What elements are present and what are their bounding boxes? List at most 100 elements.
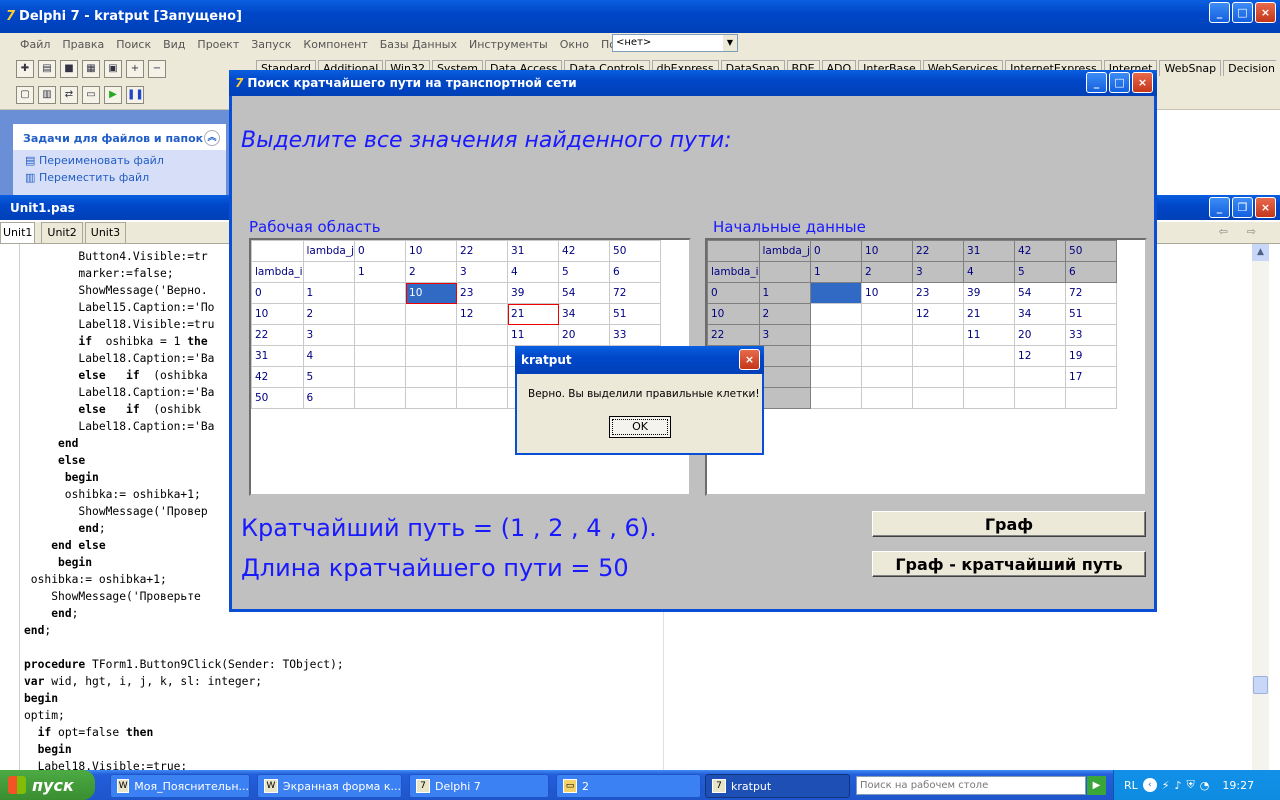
grid-cell[interactable]: 1	[354, 261, 407, 283]
ide-combo[interactable]: <нет> ▼	[612, 34, 738, 52]
grid-cell[interactable]	[354, 324, 407, 346]
graph-button[interactable]: Граф	[872, 511, 1146, 537]
menu-item-0[interactable]: Файл	[20, 38, 50, 51]
palette-tab-14[interactable]: WebSnap	[1159, 60, 1222, 76]
grid-cell[interactable]	[354, 303, 407, 325]
grid-cell[interactable]: 54	[558, 282, 611, 304]
tray-expand-icon[interactable]: ‹	[1142, 778, 1157, 792]
search-go-icon[interactable]: ▶	[1087, 776, 1106, 795]
language-indicator[interactable]: RL	[1124, 779, 1138, 792]
grid-cell[interactable]: 4	[302, 345, 356, 367]
scroll-up-icon[interactable]: ▲	[1252, 244, 1269, 261]
grid-cell[interactable]: 42	[558, 240, 611, 262]
editor-restore-icon[interactable]: ❐	[1232, 197, 1253, 218]
grid-cell[interactable]: 50	[609, 240, 662, 262]
editor-close-icon[interactable]: ×	[1255, 197, 1276, 218]
grid-cell[interactable]: 33	[609, 324, 662, 346]
new-icon[interactable]: ✚	[16, 60, 34, 78]
grid-cell[interactable]: 2	[405, 261, 458, 283]
grid-cell[interactable]: 0	[354, 240, 407, 262]
new-form-icon[interactable]: ▭	[82, 86, 100, 104]
close-icon[interactable]: ×	[1255, 2, 1276, 23]
editor-minimize-icon[interactable]: _	[1209, 197, 1230, 218]
grid-cell[interactable]: 20	[558, 324, 611, 346]
grid-cell[interactable]: 10	[405, 240, 458, 262]
grid-cell[interactable]: 10	[251, 303, 304, 325]
chevron-down-icon[interactable]: ▼	[723, 35, 737, 51]
taskbar-item-folder[interactable]: ▭ 2	[556, 774, 701, 798]
grid-cell[interactable]: 0	[251, 282, 304, 304]
save-icon[interactable]: ■	[60, 60, 78, 78]
desktop-search-input[interactable]: Поиск на рабочем столе	[856, 776, 1086, 795]
start-button[interactable]: пуск	[0, 770, 95, 800]
grid-cell[interactable]: 3	[456, 261, 509, 283]
grid-cell[interactable]: 23	[456, 282, 509, 304]
nav-forward-icon[interactable]: ⇨	[1247, 225, 1256, 238]
grid-cell[interactable]: lambda_i	[251, 261, 304, 283]
grid-cell[interactable]	[405, 387, 458, 409]
grid-cell[interactable]: 21	[507, 303, 560, 325]
grid-cell[interactable]: 42	[251, 366, 304, 388]
grid-cell[interactable]: 11	[507, 324, 560, 346]
grid-cell[interactable]	[302, 261, 356, 283]
grid-cell[interactable]: 2	[302, 303, 356, 325]
menu-item-6[interactable]: Компонент	[303, 38, 367, 51]
grid-cell[interactable]: lambda_j	[302, 240, 356, 262]
code-block-lower[interactable]: procedure TForm1.Button9Click(Sender: TO…	[24, 656, 644, 772]
grid-cell[interactable]	[405, 366, 458, 388]
grid-cell[interactable]: 50	[251, 387, 304, 409]
toggle-icon[interactable]: ⇄	[60, 86, 78, 104]
grid-cell[interactable]: 3	[302, 324, 356, 346]
grid-cell[interactable]: 10	[405, 282, 458, 304]
grid-cell[interactable]: 5	[302, 366, 356, 388]
grid-cell[interactable]: 22	[251, 324, 304, 346]
tray-other-icon[interactable]: ◔	[1200, 779, 1210, 792]
grid-cell[interactable]: 51	[609, 303, 662, 325]
grid-cell[interactable]: 34	[558, 303, 611, 325]
dialog-ok-button[interactable]: OK	[609, 416, 671, 438]
grid-cell[interactable]	[251, 240, 304, 262]
explorer-panel-header[interactable]: Задачи для файлов и папок ︽	[13, 124, 226, 150]
nav-back-icon[interactable]: ⇦	[1219, 225, 1228, 238]
taskbar-item-kratput[interactable]: 7 kratput	[705, 774, 850, 798]
grid-cell[interactable]: 1	[302, 282, 356, 304]
grid-cell[interactable]	[354, 282, 407, 304]
menu-item-9[interactable]: Окно	[560, 38, 589, 51]
menu-item-5[interactable]: Запуск	[251, 38, 291, 51]
grid-cell[interactable]	[456, 387, 509, 409]
run-icon[interactable]: ▶	[104, 86, 122, 104]
grid-cell[interactable]: 31	[251, 345, 304, 367]
open-icon[interactable]: ▤	[38, 60, 56, 78]
grid-cell[interactable]	[354, 366, 407, 388]
add-file-icon[interactable]: +	[126, 60, 144, 78]
maximize-icon[interactable]: □	[1232, 2, 1253, 23]
taskbar-item-delphi[interactable]: 7 Delphi 7	[409, 774, 549, 798]
menu-item-3[interactable]: Вид	[163, 38, 185, 51]
app-close-icon[interactable]: ×	[1132, 72, 1153, 93]
scroll-thumb[interactable]	[1253, 676, 1268, 694]
tab-unit3[interactable]: Unit3	[84, 222, 127, 243]
menu-item-4[interactable]: Проект	[197, 38, 239, 51]
forms-icon[interactable]: ▥	[38, 86, 56, 104]
grid-cell[interactable]	[354, 387, 407, 409]
tray-network-icon[interactable]: ⚡	[1162, 779, 1170, 792]
tab-unit2[interactable]: Unit2	[41, 222, 83, 243]
menu-item-7[interactable]: Базы Данных	[380, 38, 457, 51]
menu-item-8[interactable]: Инструменты	[469, 38, 548, 51]
menu-item-1[interactable]: Правка	[62, 38, 104, 51]
grid-cell[interactable]: 4	[507, 261, 560, 283]
palette-tab-15[interactable]: Decision Cube	[1223, 60, 1276, 76]
editor-vscroll[interactable]: ▲	[1252, 244, 1269, 772]
taskbar-item-doc[interactable]: W Моя_Пояснительн...	[110, 774, 250, 798]
grid-cell[interactable]: 6	[302, 387, 356, 409]
grid-cell[interactable]	[354, 345, 407, 367]
remove-file-icon[interactable]: −	[148, 60, 166, 78]
tab-unit1[interactable]: Unit1	[0, 222, 36, 243]
explorer-link-move[interactable]: ▥ Переместить файл	[13, 167, 226, 184]
pause-icon[interactable]: ❚❚	[126, 86, 144, 104]
app-minimize-icon[interactable]: _	[1086, 72, 1107, 93]
grid-cell[interactable]	[405, 324, 458, 346]
grid-cell[interactable]: 39	[507, 282, 560, 304]
taskbar-item-screen[interactable]: W Экранная форма к...	[257, 774, 402, 798]
grid-cell[interactable]: 72	[609, 282, 662, 304]
